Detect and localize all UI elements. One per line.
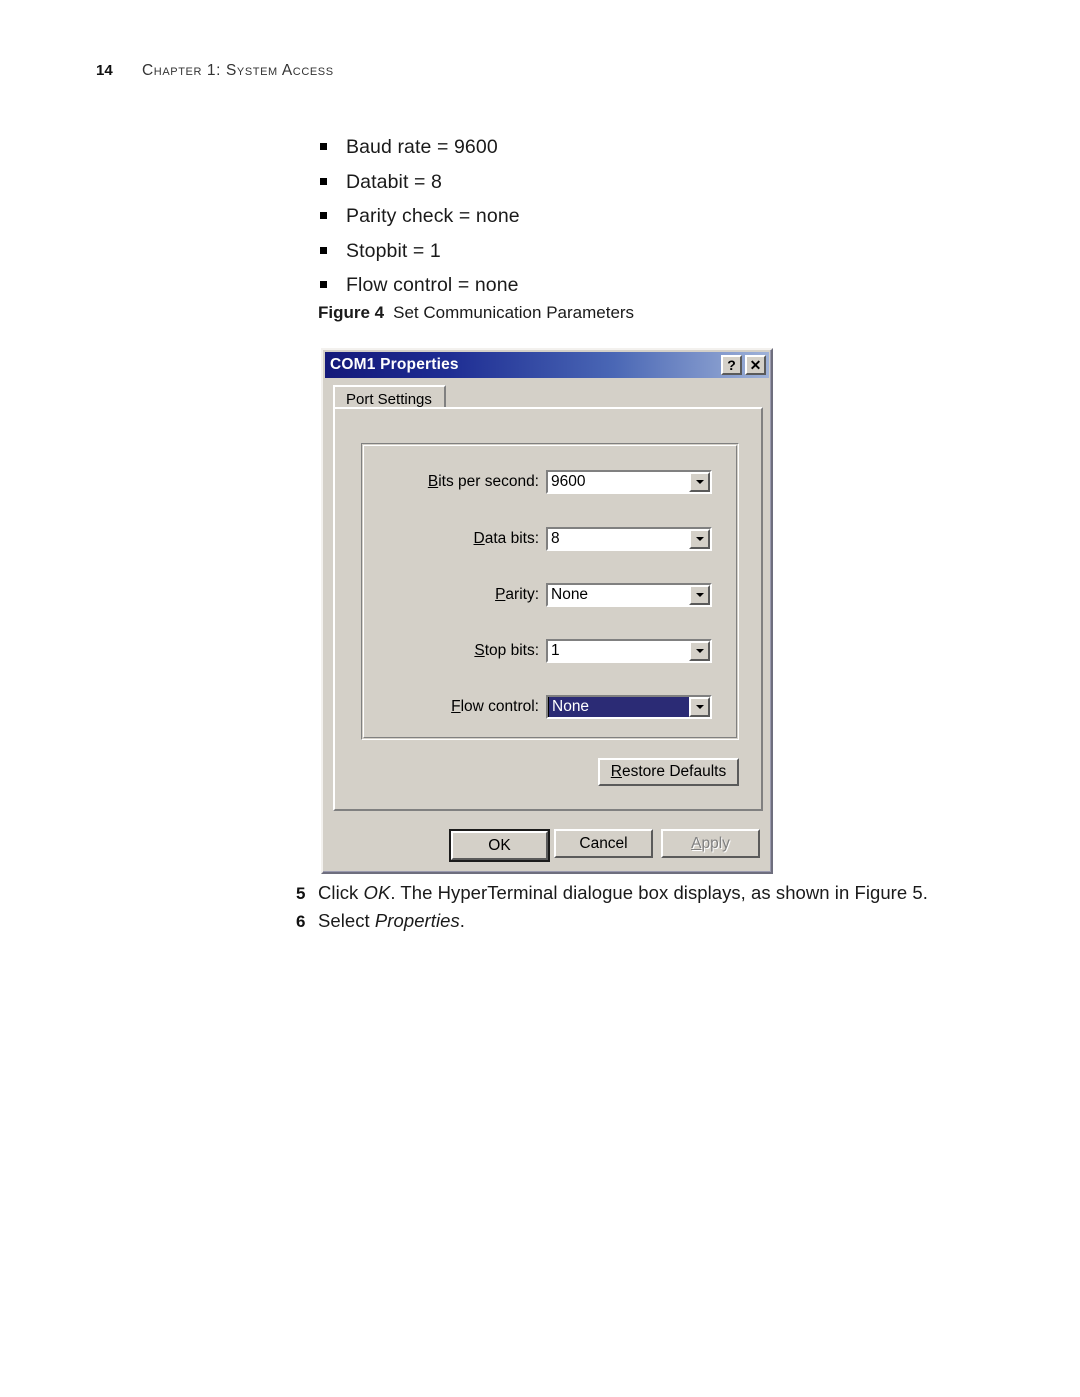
chevron-down-icon[interactable] — [689, 697, 710, 717]
parity-label: Parity: — [495, 586, 539, 603]
list-item: Databit = 8 — [320, 171, 940, 194]
figure-caption: Figure 4 Set Communication Parameters — [318, 303, 634, 323]
list-item: Parity check = none — [320, 205, 940, 228]
apply-button-label: Apply — [691, 834, 730, 852]
ok-button-label: OK — [488, 836, 511, 854]
list-item: Baud rate = 9600 — [320, 136, 940, 159]
step-number: 5 — [296, 884, 306, 903]
tab-strip: Port Settings — [333, 385, 761, 409]
bits-per-second-combo[interactable]: 9600 — [546, 470, 712, 494]
chapter-title: Chapter 1: System Access — [142, 62, 334, 79]
list-item-label: Parity check = none — [346, 205, 520, 227]
data-bits-label: Data bits: — [473, 530, 539, 547]
flow-control-combo[interactable]: None — [546, 695, 712, 719]
parity-combo[interactable]: None — [546, 583, 712, 607]
field-data-bits: Data bits: 8 — [362, 527, 740, 551]
tab-page-port-settings: Bits per second: 9600 Data bits: 8 Parit… — [333, 407, 763, 811]
bits-per-second-value: 9600 — [548, 472, 689, 492]
bits-per-second-label: Bits per second: — [427, 473, 539, 490]
square-bullet-icon — [320, 211, 346, 222]
ok-button[interactable]: OK — [449, 829, 550, 862]
field-flow-control: Flow control: None — [362, 695, 740, 719]
figure-caption-text: Set Communication Parameters — [393, 303, 635, 322]
field-stop-bits: Stop bits: 1 — [362, 639, 740, 663]
square-bullet-icon — [320, 246, 346, 257]
field-parity: Parity: None — [362, 583, 740, 607]
flow-control-label: Flow control: — [451, 698, 539, 715]
chevron-down-icon[interactable] — [689, 585, 710, 605]
cancel-button[interactable]: Cancel — [554, 829, 653, 858]
stop-bits-label: Stop bits: — [474, 642, 539, 659]
step-text: Click OK. The HyperTerminal dialogue box… — [318, 882, 928, 903]
com1-properties-dialog: COM1 Properties ? ✕ Port Settings Bits p… — [321, 348, 773, 874]
step-item: 5 Click OK. The HyperTerminal dialogue b… — [296, 882, 996, 904]
help-icon[interactable]: ? — [721, 355, 742, 375]
port-settings-groupbox: Bits per second: 9600 Data bits: 8 Parit… — [361, 443, 739, 740]
step-item: 6 Select Properties. — [296, 910, 996, 932]
parameter-bullet-list: Baud rate = 9600 Databit = 8 Parity chec… — [320, 136, 940, 309]
chevron-down-icon[interactable] — [689, 529, 710, 549]
list-item-label: Baud rate = 9600 — [346, 136, 498, 158]
page-number: 14 — [96, 62, 113, 79]
list-item-label: Databit = 8 — [346, 170, 442, 193]
square-bullet-icon — [320, 280, 346, 291]
data-bits-value: 8 — [548, 529, 689, 549]
apply-button[interactable]: Apply — [661, 829, 760, 858]
dialog-titlebar[interactable]: COM1 Properties ? ✕ — [325, 352, 769, 378]
stop-bits-value: 1 — [548, 641, 689, 661]
titlebar-buttons: ? ✕ — [721, 355, 766, 375]
figure-label: Figure 4 — [318, 303, 385, 322]
restore-defaults-button[interactable]: Restore Defaults — [598, 758, 739, 786]
field-bits-per-second: Bits per second: 9600 — [362, 470, 740, 494]
page-running-header: 14 Chapter 1: System Access — [96, 62, 334, 80]
list-item: Stopbit = 1 — [320, 240, 940, 263]
step-number: 6 — [296, 912, 306, 931]
dialog-title: COM1 Properties — [330, 356, 459, 373]
list-item: Flow control = none — [320, 274, 940, 297]
restore-defaults-label: Restore Defaults — [610, 763, 727, 780]
list-item-label: Flow control = none — [346, 274, 519, 296]
cancel-button-label: Cancel — [579, 834, 628, 852]
close-icon[interactable]: ✕ — [745, 355, 766, 375]
parity-value: None — [548, 585, 689, 605]
data-bits-combo[interactable]: 8 — [546, 527, 712, 551]
chevron-down-icon[interactable] — [689, 472, 710, 492]
stop-bits-combo[interactable]: 1 — [546, 639, 712, 663]
flow-control-value: None — [548, 697, 689, 717]
square-bullet-icon — [320, 142, 346, 153]
list-item-label: Stopbit = 1 — [346, 239, 441, 262]
square-bullet-icon — [320, 177, 346, 188]
step-text: Select Properties. — [318, 910, 465, 931]
chevron-down-icon[interactable] — [689, 641, 710, 661]
tab-port-settings[interactable]: Port Settings — [333, 385, 446, 409]
numbered-steps: 5 Click OK. The HyperTerminal dialogue b… — [296, 882, 996, 938]
